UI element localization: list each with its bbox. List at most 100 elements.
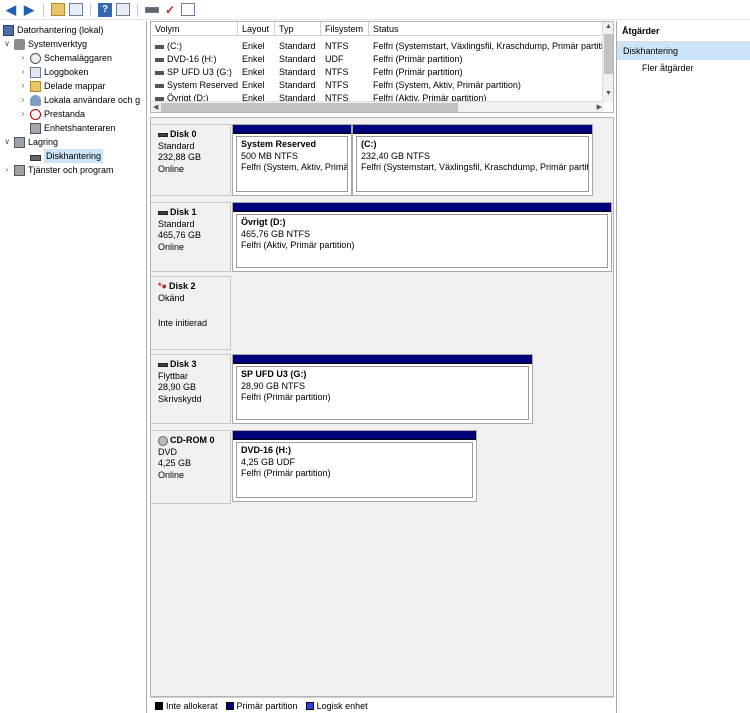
table-row[interactable]: SP UFD U3 (G:) Enkel Standard NTFS Felfr… — [151, 66, 604, 79]
chevron-right-icon[interactable]: › — [19, 51, 27, 65]
scrollbar-thumb[interactable] — [604, 34, 613, 74]
scroll-left-icon[interactable]: ◀ — [153, 103, 158, 111]
disk-size: 232,88 GB — [158, 152, 202, 162]
disk-name: Disk 0 — [170, 129, 197, 139]
tree-item-performance[interactable]: › Prestanda — [19, 107, 85, 121]
chevron-right-icon[interactable]: › — [19, 65, 27, 79]
chevron-right-icon[interactable]: › — [19, 79, 27, 93]
error-icon: *● — [158, 281, 167, 291]
partition-block[interactable]: Övrigt (D:) 465,76 GB NTFS Felfri (Aktiv… — [232, 202, 612, 272]
primary-partition-bar — [233, 203, 611, 212]
properties-icon[interactable] — [115, 2, 131, 18]
partition-status: Felfri (Aktiv, Primär partition) — [241, 240, 355, 250]
column-header-volume[interactable]: Volym — [151, 22, 238, 36]
legend-swatch — [305, 701, 314, 710]
volume-name: DVD-16 (H:) — [167, 54, 217, 64]
chevron-down-icon[interactable]: ∨ — [3, 135, 11, 149]
legend-item-unallocated: Inte allokerat — [155, 701, 218, 711]
disk-info[interactable]: Disk 3 Flyttbar 28,90 GB Skrivskydd — [151, 354, 231, 424]
volume-icon — [155, 57, 164, 62]
toolbar-separator — [137, 2, 138, 17]
console-icon[interactable] — [180, 2, 196, 18]
volume-list-horizontal-scrollbar[interactable]: ◀ ▶ — [151, 101, 604, 112]
volume-filesystem: NTFS — [325, 67, 349, 77]
back-icon[interactable]: ◀ — [3, 2, 19, 18]
more-actions-link[interactable]: Fler åtgärder — [617, 60, 750, 77]
tree-item-event-viewer[interactable]: › Loggboken — [19, 65, 89, 79]
partition-name: Övrigt (D:) — [241, 217, 286, 227]
partition-size: 28,90 GB NTFS — [241, 380, 306, 391]
toolbar: ◀ ▶ ? ✓ — [0, 0, 750, 20]
tree-item-storage[interactable]: ∨ Lagring — [3, 135, 58, 149]
legend-label: Inte allokerat — [166, 700, 218, 711]
column-header-type[interactable]: Typ — [275, 22, 321, 36]
column-header-layout[interactable]: Layout — [238, 22, 275, 36]
partition-block[interactable]: (C:) 232,40 GB NTFS Felfri (Systemstart,… — [352, 124, 593, 196]
legend: Inte allokerat Primär partition Logisk e… — [150, 697, 614, 713]
partition-block[interactable]: DVD-16 (H:) 4,25 GB UDF Felfri (Primär p… — [232, 430, 477, 502]
tree-item-shared-folders[interactable]: › Delade mappar — [19, 79, 106, 93]
legend-item-primary: Primär partition — [225, 701, 298, 711]
disk-status: Inte initierad — [158, 318, 208, 328]
connect-icon[interactable] — [144, 2, 160, 18]
actions-section-disk-management[interactable]: Diskhantering — [617, 42, 750, 60]
disk-info[interactable]: *● Disk 2 Okänd Inte initierad — [151, 276, 231, 350]
tree-item-disk-management[interactable]: Diskhantering — [30, 149, 104, 163]
volume-list-vertical-scrollbar[interactable]: ▲ ▼ — [602, 22, 613, 102]
disk-icon — [158, 362, 168, 367]
chevron-down-icon[interactable]: ∨ — [3, 37, 11, 51]
partition-block[interactable]: SP UFD U3 (G:) 28,90 GB NTFS Felfri (Pri… — [232, 354, 533, 424]
table-row[interactable]: DVD-16 (H:) Enkel Standard UDF Felfri (P… — [151, 53, 604, 66]
partition-block[interactable]: System Reserved 500 MB NTFS Felfri (Syst… — [232, 124, 352, 196]
disk-size: 28,90 GB — [158, 382, 197, 392]
clock-icon — [30, 52, 41, 64]
legend-item-logical: Logisk enhet — [305, 701, 368, 711]
tree-item-label: Lagring — [28, 137, 59, 147]
event-log-icon — [30, 66, 41, 78]
scroll-right-icon[interactable]: ▶ — [597, 103, 602, 111]
scroll-down-icon[interactable]: ▼ — [605, 90, 612, 97]
forward-icon[interactable]: ▶ — [21, 2, 37, 18]
performance-icon — [30, 108, 41, 120]
table-row[interactable]: System Reserved Enkel Standard NTFS Felf… — [151, 79, 604, 92]
disk-info[interactable]: Disk 0 Standard 232,88 GB Online — [151, 124, 231, 196]
disk-info[interactable]: Disk 1 Standard 465,76 GB Online — [151, 202, 231, 272]
check-icon[interactable]: ✓ — [162, 2, 178, 18]
show-tree-icon[interactable] — [68, 2, 84, 18]
volume-icon — [155, 70, 164, 75]
up-folder-icon[interactable] — [50, 2, 66, 18]
chevron-right-icon[interactable]: › — [3, 163, 11, 177]
tree-item-label: Enhetshanteraren — [44, 123, 116, 133]
disk-size — [158, 304, 230, 316]
column-header-status[interactable]: Status — [369, 22, 604, 36]
disk-name: Disk 3 — [170, 359, 197, 369]
tree-item-device-manager[interactable]: Enhetshanteraren — [30, 121, 116, 135]
disk-info[interactable]: CD-ROM 0 DVD 4,25 GB Online — [151, 430, 231, 504]
tree-item-label: Schemaläggaren — [44, 53, 113, 63]
tree-item-system-tools[interactable]: ∨ Systemverktyg — [3, 37, 87, 51]
tree-item-label: Datorhantering (lokal) — [17, 25, 104, 35]
chevron-right-icon[interactable]: › — [19, 93, 27, 107]
table-row[interactable]: (C:) Enkel Standard NTFS Felfri (Systems… — [151, 40, 604, 53]
volume-filesystem: NTFS — [325, 80, 349, 90]
tree-item-label: Tjänster och program — [28, 165, 114, 175]
tree-item-local-users[interactable]: › Lokala användare och g — [19, 93, 140, 107]
disk-graphical-view: Disk 0 Standard 232,88 GB Online System … — [150, 117, 614, 697]
volume-status: Felfri (Systemstart, Växlingsfil, Krasch… — [373, 41, 604, 51]
help-icon[interactable]: ? — [97, 2, 113, 18]
primary-partition-bar — [233, 355, 532, 364]
disk-type: Standard — [158, 218, 195, 229]
disk-row: *● Disk 2 Okänd Inte initierad — [151, 276, 613, 350]
chevron-right-icon[interactable]: › — [19, 107, 27, 121]
tree-item-root[interactable]: Datorhantering (lokal) — [3, 23, 104, 37]
volume-list: Volym Layout Typ Filsystem Status (C:) E… — [150, 21, 614, 113]
tree-item-services[interactable]: › Tjänster och program — [3, 163, 114, 177]
tree-item-scheduler[interactable]: › Schemaläggaren — [19, 51, 112, 65]
disk-name: CD-ROM 0 — [170, 435, 215, 445]
volume-status: Felfri (Primär partition) — [373, 67, 463, 77]
tree-item-label: Systemverktyg — [28, 39, 88, 49]
partition-name: DVD-16 (H:) — [241, 445, 292, 455]
scroll-up-icon[interactable]: ▲ — [605, 23, 612, 30]
column-header-filesystem[interactable]: Filsystem — [321, 22, 369, 36]
scrollbar-thumb[interactable] — [161, 103, 458, 112]
